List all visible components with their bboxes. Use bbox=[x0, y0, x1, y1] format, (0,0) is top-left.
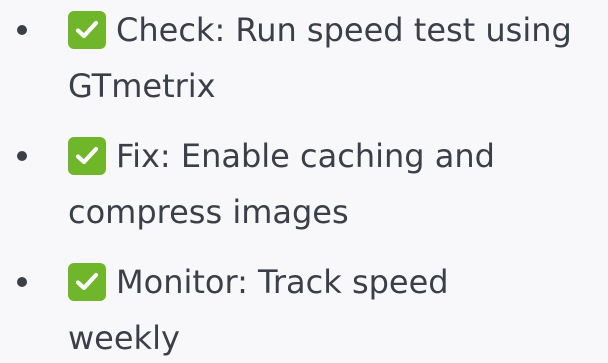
list-item-first-line: Fix: Enable caching and bbox=[68, 132, 495, 180]
list-item-first-line: Monitor: Track speed bbox=[68, 258, 449, 306]
check-mark-icon bbox=[68, 137, 106, 175]
list-item-text-line-1: Fix: Enable caching and bbox=[116, 137, 495, 175]
list-item-text-line-2: GTmetrix bbox=[68, 67, 216, 105]
list-item-second-line: weekly bbox=[68, 314, 180, 362]
list-item-text-line-1: Monitor: Track speed bbox=[116, 263, 449, 301]
list-item-text-line-1: Check: Run speed test using bbox=[116, 11, 572, 49]
check-mark-icon bbox=[68, 11, 106, 49]
list-item-text-line-2: weekly bbox=[68, 319, 180, 357]
list-item-second-line: compress images bbox=[68, 188, 349, 236]
check-mark-icon bbox=[68, 263, 106, 301]
bullet-icon bbox=[17, 277, 27, 287]
list-item-text-line-2: compress images bbox=[68, 193, 349, 231]
bullet-icon bbox=[17, 151, 27, 161]
checklist: Check: Run speed test using GTmetrix Fix… bbox=[0, 0, 608, 363]
list-item-second-line: GTmetrix bbox=[68, 62, 216, 110]
list-item-first-line: Check: Run speed test using bbox=[68, 6, 572, 54]
bullet-icon bbox=[17, 25, 27, 35]
